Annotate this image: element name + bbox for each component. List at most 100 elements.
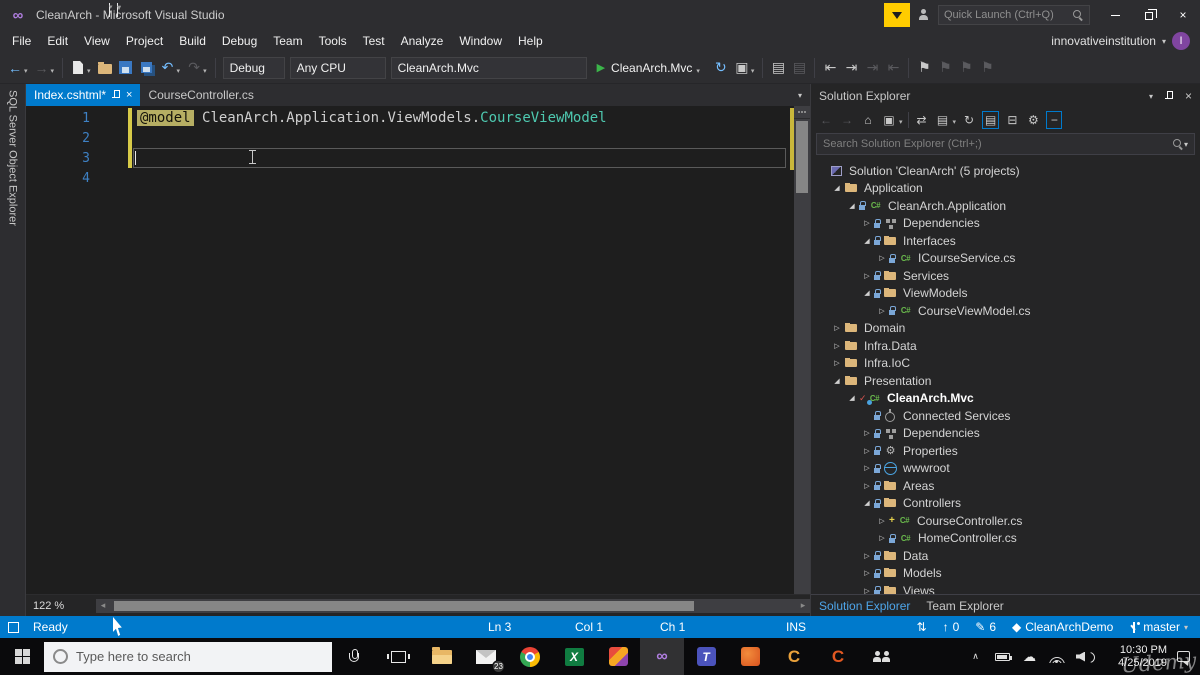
collapsed-icon[interactable]: ▷ — [875, 517, 889, 525]
tree-item[interactable]: ▷ Services — [811, 267, 1200, 285]
save-button[interactable] — [116, 57, 136, 79]
scope-icon[interactable]: ▣ — [881, 111, 897, 129]
menu-item-edit[interactable]: Edit — [39, 32, 76, 50]
show-all-files-icon[interactable]: ▤ — [982, 111, 1000, 129]
tree-item[interactable]: ◢ ViewModels — [811, 285, 1200, 303]
collapsed-icon[interactable]: ▷ — [830, 324, 844, 332]
background-tasks-icon[interactable] — [8, 621, 19, 633]
task-view-button[interactable] — [376, 638, 420, 675]
start-debugging-button[interactable]: ▶ CleanArch.Mvc ▾ — [590, 57, 710, 79]
tree-item[interactable]: ▷ Dependencies — [811, 215, 1200, 233]
file-explorer-button[interactable] — [420, 638, 464, 675]
clear-bookmarks-button[interactable]: ⚑ — [977, 57, 997, 79]
menu-item-project[interactable]: Project — [118, 32, 171, 50]
expanded-icon[interactable]: ◢ — [845, 394, 859, 402]
tree-item[interactable]: ▷ Domain — [811, 320, 1200, 338]
excel-button[interactable]: X — [552, 638, 596, 675]
collapsed-icon[interactable]: ▷ — [860, 552, 874, 560]
scroll-right-icon[interactable]: ▸ — [796, 600, 810, 611]
find-in-files-button[interactable]: ▤ — [768, 57, 788, 79]
menu-item-file[interactable]: File — [4, 32, 39, 50]
collapsed-icon[interactable]: ▷ — [860, 482, 874, 490]
pin-icon[interactable] — [1164, 90, 1173, 102]
new-file-button[interactable] — [68, 57, 88, 79]
scrollbar-thumb[interactable] — [114, 600, 694, 611]
chevron-down-icon[interactable]: ▾ — [953, 118, 957, 126]
tree-item[interactable]: ◢ Presentation — [811, 372, 1200, 390]
comment-button[interactable]: ⇥ — [862, 57, 882, 79]
tray-expand-button[interactable]: ∧ — [962, 638, 989, 675]
tree-item[interactable]: ◢ Controllers — [811, 495, 1200, 513]
uncomment-button[interactable]: ⇤ — [883, 57, 903, 79]
expanded-icon[interactable]: ◢ — [860, 499, 874, 507]
branch-button[interactable]: master ▾ — [1129, 620, 1188, 634]
collapsed-icon[interactable]: ▷ — [860, 429, 874, 437]
quick-launch-input[interactable]: Quick Launch (Ctrl+Q) — [938, 5, 1090, 25]
tree-item[interactable]: Solution 'CleanArch' (5 projects) — [811, 162, 1200, 180]
chevron-down-icon[interactable]: ▾ — [899, 118, 903, 126]
collapsed-icon[interactable]: ▷ — [875, 534, 889, 542]
chevron-down-icon[interactable]: ▾ — [1184, 140, 1188, 149]
menu-item-build[interactable]: Build — [171, 32, 214, 50]
document-list-dropdown[interactable]: ▾ — [798, 91, 810, 100]
feedback-icon[interactable] — [918, 9, 930, 21]
solution-explorer-search-input[interactable]: Search Solution Explorer (Ctrl+;) ▾ — [816, 133, 1195, 155]
people-button[interactable] — [860, 638, 904, 675]
chevron-down-icon[interactable]: ▾ — [203, 67, 207, 75]
tree-item[interactable]: ▷ C# CourseViewModel.cs — [811, 302, 1200, 320]
microphone-button[interactable] — [332, 638, 376, 675]
panel-tab-team-explorer[interactable]: Team Explorer — [926, 599, 1003, 613]
volume-button[interactable] — [1070, 638, 1097, 675]
c-app-button-2[interactable]: C — [816, 638, 860, 675]
undo-button[interactable]: ↶ — [158, 57, 178, 79]
editor-tab[interactable]: Index.cshtml* × — [26, 84, 141, 106]
chevron-down-icon[interactable]: ▾ — [51, 67, 55, 75]
start-button[interactable] — [0, 638, 44, 675]
tree-item[interactable]: ▷ Infra.IoC — [811, 355, 1200, 373]
teams-button[interactable]: T — [684, 638, 728, 675]
outgoing-commits-button[interactable]: ↑ 0 — [943, 620, 960, 634]
splitter-grip[interactable] — [794, 106, 810, 119]
code-line[interactable]: 4 — [26, 168, 810, 188]
tree-item[interactable]: ◢ C# CleanArch.Application — [811, 197, 1200, 215]
notifications-flag-button[interactable] — [884, 3, 910, 27]
menu-item-debug[interactable]: Debug — [214, 32, 265, 50]
restore-button[interactable] — [1132, 0, 1166, 30]
tree-item[interactable]: ▷ Areas — [811, 477, 1200, 495]
collapsed-icon[interactable]: ▷ — [860, 587, 874, 594]
preview-selected-icon[interactable]: − — [1046, 111, 1063, 129]
close-icon[interactable]: × — [126, 89, 132, 101]
collapse-all-icon[interactable]: ⊟ — [1004, 111, 1020, 129]
tree-item[interactable]: ▷ Dependencies — [811, 425, 1200, 443]
menu-item-view[interactable]: View — [76, 32, 118, 50]
taskbar-search-input[interactable]: Type here to search — [44, 641, 332, 672]
solution-configuration-combo[interactable]: Debug ▾ — [117, 3, 285, 79]
tree-item[interactable]: ◢ ✓ C# CleanArch.Mvc — [811, 390, 1200, 408]
menu-item-team[interactable]: Team — [265, 32, 310, 50]
tree-item[interactable]: ▷ C# HomeController.cs — [811, 530, 1200, 548]
increase-indent-button[interactable]: ⇥ — [841, 57, 861, 79]
minimize-button[interactable] — [1098, 0, 1132, 30]
horizontal-scrollbar[interactable]: ◂ ▸ — [96, 598, 810, 613]
action-center-button[interactable] — [1173, 638, 1200, 675]
c-app-button-1[interactable]: C — [772, 638, 816, 675]
startup-project-combo[interactable]: CleanArch.Mvc ▾ — [117, 3, 587, 79]
save-all-button[interactable] — [137, 57, 157, 79]
window-position-dropdown[interactable]: ▾ — [1149, 92, 1153, 101]
mail-button[interactable]: 23 — [464, 638, 508, 675]
collapsed-icon[interactable]: ▷ — [860, 464, 874, 472]
toggle-bookmark-button[interactable]: ⚑ — [914, 57, 934, 79]
tree-item[interactable]: ▷ Models — [811, 565, 1200, 583]
code-line[interactable]: 2 — [26, 128, 810, 148]
clock[interactable]: 10:30 PM 4/25/2019 — [1103, 644, 1167, 670]
menu-item-test[interactable]: Test — [355, 32, 393, 50]
pending-changes-filter-icon[interactable]: ▤ — [935, 111, 951, 129]
code-editor[interactable]: 1 @model CleanArch.Application.ViewModels… — [26, 106, 810, 594]
close-icon[interactable]: × — [1185, 89, 1192, 103]
panel-tab-solution-explorer[interactable]: Solution Explorer — [819, 599, 910, 613]
wifi-button[interactable] — [1043, 638, 1070, 675]
navigate-symbol-button[interactable]: ▤ — [789, 57, 809, 79]
menu-item-analyze[interactable]: Analyze — [393, 32, 452, 50]
next-bookmark-button[interactable]: ⚑ — [956, 57, 976, 79]
tree-item[interactable]: ▷ + C# CourseController.cs — [811, 512, 1200, 530]
